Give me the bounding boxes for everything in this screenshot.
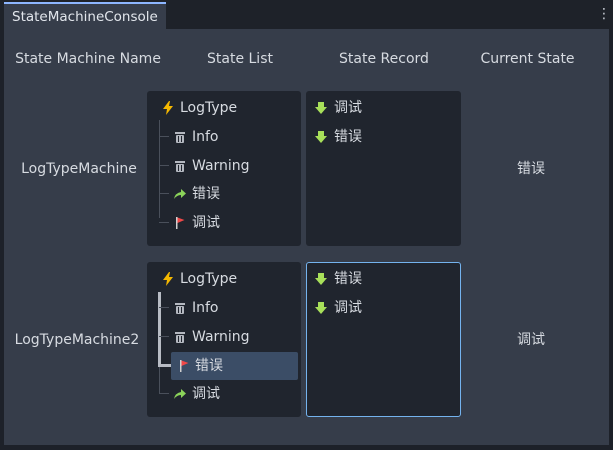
tree-item-label: 调试	[192, 215, 220, 231]
tree-guide-branch	[159, 222, 169, 223]
tree-guide-branch	[159, 307, 169, 308]
arrow-right-icon	[174, 389, 186, 399]
tree-item[interactable]: 错误	[173, 182, 293, 206]
column-header-current: Current State	[480, 51, 575, 67]
trash-icon	[175, 161, 185, 172]
record-item[interactable]: 错误	[314, 267, 454, 291]
column-header-list: State List	[207, 51, 273, 67]
down-arrow-icon	[315, 302, 327, 314]
record-item[interactable]: 调试	[314, 96, 454, 120]
trash-icon	[175, 303, 185, 314]
down-arrow-icon	[315, 131, 327, 143]
trash-icon	[175, 332, 185, 343]
tree-item-label: Warning	[192, 329, 250, 345]
tree-root-label: LogType	[180, 271, 238, 287]
column-header-record: State Record	[339, 51, 429, 67]
trash-icon	[175, 132, 185, 143]
current-state-value: 错误	[517, 161, 545, 177]
tab-bar: StateMachineConsole ⋮	[0, 0, 613, 30]
tree-item[interactable]: 调试	[173, 382, 293, 406]
tree-guide-line	[159, 120, 160, 218]
tree-guide-branch	[159, 136, 169, 137]
tree-root-item[interactable]: LogType	[161, 267, 291, 291]
tree-guide-branch	[159, 165, 169, 166]
bolt-icon	[163, 101, 173, 115]
bolt-icon	[163, 272, 173, 286]
record-item[interactable]: 错误	[314, 125, 454, 149]
tree-item-label: 调试	[192, 386, 220, 402]
tree-item-label: Warning	[192, 158, 250, 174]
tree-item[interactable]: Warning	[173, 325, 293, 349]
record-item-label: 调试	[334, 100, 362, 116]
tree-item[interactable]: Info	[173, 125, 293, 149]
record-item-label: 调试	[334, 300, 362, 316]
state-record-list-focused[interactable]: 错误 调试	[306, 262, 461, 417]
tree-item[interactable]: Info	[173, 296, 293, 320]
record-item-label: 错误	[334, 129, 362, 145]
state-record-list[interactable]: 调试 错误	[306, 91, 461, 246]
tree-item[interactable]: Warning	[173, 154, 293, 178]
tree-guide-branch	[159, 336, 169, 337]
flag-icon	[180, 360, 189, 372]
state-list-tree[interactable]: LogType Info Warning 错误 调试	[147, 262, 301, 417]
tab-state-machine-console[interactable]: StateMachineConsole	[4, 2, 166, 29]
tree-item[interactable]: 调试	[173, 211, 293, 235]
tree-root-label: LogType	[180, 100, 238, 116]
flag-icon	[176, 217, 185, 229]
tree-guide-branch	[159, 193, 169, 194]
tree-guide-line-highlight	[158, 292, 161, 367]
tree-item-label: 错误	[195, 358, 223, 374]
tree-item-label: Info	[192, 300, 219, 316]
column-header-name: State Machine Name	[15, 51, 161, 67]
console-panel: State Machine Name State List State Reco…	[4, 29, 609, 445]
tree-item-label: Info	[192, 129, 219, 145]
current-state-value: 调试	[517, 332, 545, 348]
down-arrow-icon	[315, 273, 327, 285]
tree-guide-branch	[159, 393, 169, 394]
record-item-label: 错误	[334, 271, 362, 287]
state-list-tree[interactable]: LogType Info Warning 错误 调试	[147, 91, 301, 246]
more-options-icon[interactable]: ⋮	[597, 3, 611, 25]
machine-name: LogTypeMachine2	[14, 332, 140, 348]
tree-item-selected[interactable]: 错误	[171, 352, 298, 380]
arrow-right-icon	[174, 189, 186, 199]
tree-guide-line	[159, 367, 160, 393]
tree-item-label: 错误	[192, 186, 220, 202]
down-arrow-icon	[315, 102, 327, 114]
record-item[interactable]: 调试	[314, 296, 454, 320]
tree-root-item[interactable]: LogType	[161, 96, 291, 120]
machine-name: LogTypeMachine	[21, 161, 137, 177]
